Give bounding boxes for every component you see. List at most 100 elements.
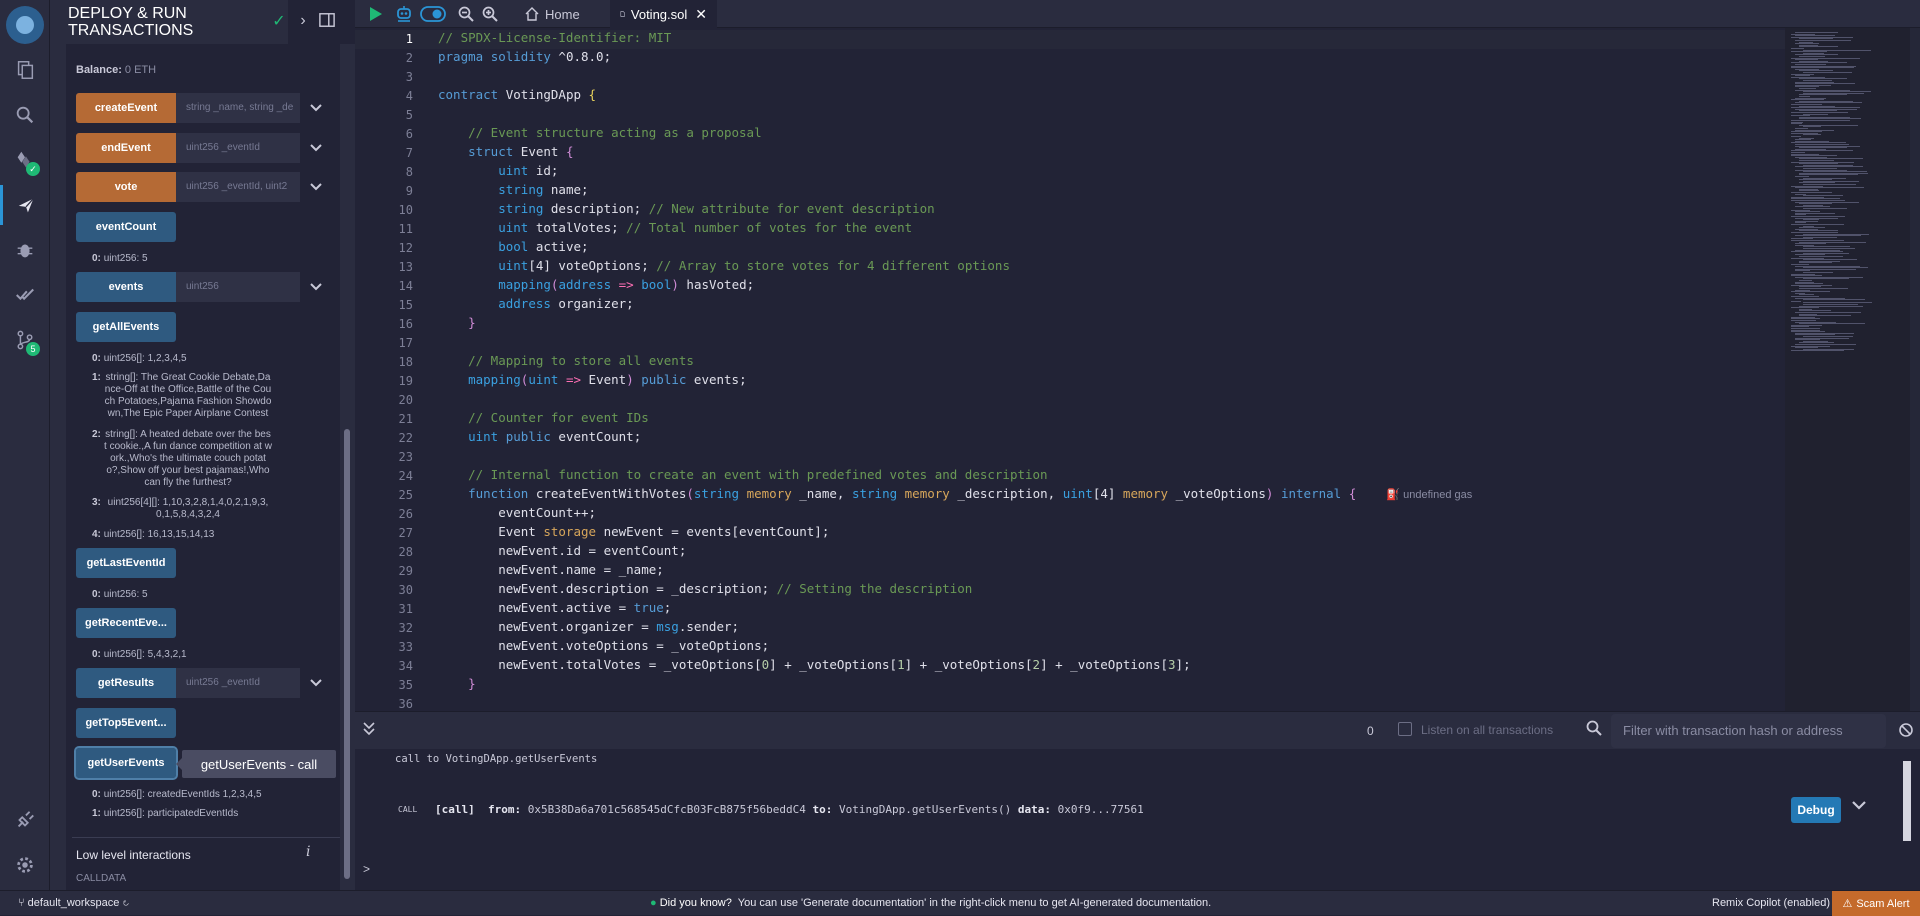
line-number: 4 <box>405 89 413 103</box>
minimap-line <box>1791 224 1844 225</box>
vote-button[interactable]: vote <box>76 172 176 202</box>
code-line: string name; <box>498 182 589 197</box>
chevron-down-icon[interactable] <box>1851 799 1867 817</box>
close-icon[interactable]: ✕ <box>695 6 707 23</box>
line-number: 34 <box>398 659 413 673</box>
debugger-icon[interactable] <box>0 230 50 270</box>
search-icon <box>1586 720 1602 741</box>
deploy-run-icon[interactable] <box>0 185 50 225</box>
line-number: 24 <box>398 469 413 483</box>
get-recent-events-button[interactable]: getRecentEve... <box>76 608 176 638</box>
line-number: 33 <box>398 640 413 654</box>
get-user-events-button[interactable]: getUserEvents <box>74 746 178 780</box>
line-number: 16 <box>398 317 413 331</box>
code-line: eventCount++; <box>438 505 597 520</box>
end-event-button[interactable]: endEvent <box>76 133 176 163</box>
line-number: 5 <box>405 108 413 122</box>
settings-icon[interactable] <box>0 845 50 885</box>
balance-value: 0 ETH <box>124 64 157 76</box>
balance-label: Balance: <box>76 64 122 76</box>
get-top5-events-button[interactable]: getTop5Event... <box>76 708 176 738</box>
chevron-down-icon[interactable] <box>306 97 326 119</box>
tab-voting-sol[interactable]: Voting.sol ✕ <box>610 0 717 28</box>
refresh-icon[interactable]: ↻ <box>122 897 129 909</box>
panel-scrollbar[interactable] <box>340 44 355 890</box>
status-bar: ⑂ default_workspace ↻ ● Did you know? Yo… <box>0 890 1920 916</box>
clear-terminal-icon[interactable] <box>1898 722 1914 743</box>
search-icon[interactable] <box>0 95 50 135</box>
get-last-event-id-button[interactable]: getLastEventId <box>76 548 176 578</box>
copilot-status[interactable]: Remix Copilot (enabled) <box>1712 897 1830 909</box>
minimap[interactable] <box>1785 28 1910 711</box>
create-event-button[interactable]: createEvent <box>76 93 176 123</box>
terminal[interactable] <box>355 749 1920 890</box>
line-number: 28 <box>398 545 413 559</box>
vote-input[interactable]: uint256 _eventId, uint2 <box>176 172 300 202</box>
code-line: function createEventWithVotes(string mem… <box>468 486 1473 501</box>
tooltip: getUserEvents - call <box>176 750 336 778</box>
editor-topbar: Home Voting.sol ✕ <box>355 0 1920 28</box>
debug-button[interactable]: Debug <box>1791 797 1841 823</box>
filter-input[interactable]: Filter with transaction hash or address <box>1611 714 1886 748</box>
remix-logo[interactable] <box>6 6 44 44</box>
event-count-button[interactable]: eventCount <box>76 212 176 242</box>
code-line: } <box>468 315 476 330</box>
zoom-in-icon[interactable] <box>479 3 501 25</box>
tab-home[interactable]: Home <box>515 0 595 28</box>
minimap-line <box>1799 46 1838 48</box>
terminal-log-line: call to VotingDApp.getUserEvents <box>395 753 598 765</box>
info-icon[interactable]: i <box>306 844 310 860</box>
get-results-input[interactable]: uint256 _eventId <box>176 668 300 698</box>
zoom-out-icon[interactable] <box>455 3 477 25</box>
get-all-events-button[interactable]: getAllEvents <box>76 312 176 342</box>
chevron-down-icon[interactable] <box>306 137 326 159</box>
get-all-events-output-0: 0: uint256[]: 1,2,3,4,5 <box>92 353 187 364</box>
chevron-down-icon[interactable] <box>306 276 326 298</box>
line-number: 11 <box>398 222 413 236</box>
run-icon[interactable] <box>365 3 387 25</box>
solidity-compiler-icon[interactable]: ✓ <box>0 140 50 180</box>
divider <box>72 837 340 838</box>
chevron-down-icon[interactable] <box>306 176 326 198</box>
plugin-manager-icon[interactable] <box>0 800 50 840</box>
file-explorer-icon[interactable] <box>0 50 50 90</box>
code-line: address organizer; <box>498 296 634 311</box>
terminal-scroll-thumb[interactable] <box>1903 761 1911 841</box>
ai-assistant-icon[interactable] <box>393 3 415 25</box>
did-you-know-tip: ● Did you know? You can use 'Generate do… <box>650 897 1212 909</box>
end-event-input[interactable]: uint256 _eventId <box>176 133 300 163</box>
terminal-scrollbar[interactable] <box>1902 749 1912 855</box>
get-results-button[interactable]: getResults <box>76 668 176 698</box>
code-line: struct Event { <box>468 144 574 159</box>
line-number: 15 <box>398 298 413 312</box>
code-line: uint totalVotes; // Total number of vote… <box>498 220 913 235</box>
terminal-call-entry[interactable]: [call] from: 0x5B38Da6a701c568545dCfcB03… <box>435 803 1144 816</box>
events-input[interactable]: uint256 <box>176 272 300 302</box>
minimap-line <box>1791 350 1844 352</box>
collapse-terminal-icon[interactable] <box>363 722 375 741</box>
code-line: // SPDX-License-Identifier: MIT <box>438 30 672 45</box>
get-user-events-output-0: 0: uint256[]: createdEventIds 1,2,3,4,5 <box>92 789 262 800</box>
code-line: } <box>468 676 476 691</box>
line-number: 32 <box>398 621 413 635</box>
remix-ide: ✓ 5 DEPLOY & RUN TRANSACTIONS ✓ › Balanc… <box>0 0 1920 916</box>
line-number: 29 <box>398 564 413 578</box>
calldata-label: CALLDATA <box>76 873 127 884</box>
call-tag: CALL <box>398 805 418 814</box>
panel-scroll-thumb[interactable] <box>344 429 350 879</box>
unit-testing-icon[interactable] <box>0 275 50 315</box>
balance: Balance: 0 ETH <box>76 64 156 76</box>
tab-home-label: Home <box>545 6 580 22</box>
git-icon[interactable]: 5 <box>0 320 50 360</box>
events-button[interactable]: events <box>76 272 176 302</box>
scam-alert-button[interactable]: ⚠ Scam Alert <box>1832 891 1920 916</box>
editor-scrollbar[interactable] <box>1910 28 1920 711</box>
terminal-prompt[interactable]: > <box>363 862 370 876</box>
chevron-down-icon[interactable] <box>306 672 326 694</box>
line-number: 6 <box>405 127 413 141</box>
auto-compile-toggle[interactable] <box>419 3 447 25</box>
workspace-indicator[interactable]: ⑂ default_workspace ↻ <box>18 897 129 909</box>
code-editor[interactable]: 1 2 3 4 5 6 7 8 9 10 11 12 13 14 15 16 17 18 19 20 21 22 23 24 2… <box>355 28 1920 711</box>
listen-checkbox[interactable] <box>1398 722 1412 736</box>
create-event-input[interactable]: string _name, string _de <box>176 93 300 123</box>
